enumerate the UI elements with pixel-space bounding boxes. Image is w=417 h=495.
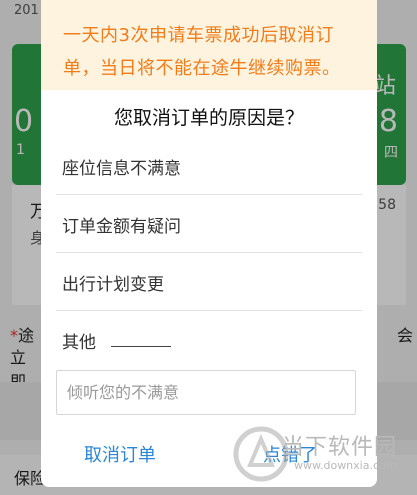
feedback-input[interactable] [56, 370, 356, 415]
cancel-order-button[interactable]: 取消订单 [84, 441, 156, 467]
warning-text-line1: 一天内3次申请车票成功后取消订 [63, 25, 334, 46]
cancel-order-dialog: 一天内3次申请车票成功后取消订 单，当日将不能在途牛继续购票。 您取消订单的原因… [41, 0, 377, 487]
reason-label: 出行计划变更 [62, 275, 164, 295]
reason-label: 其他 [62, 333, 96, 353]
reason-option-price-question[interactable]: 订单金额有疑问 [56, 195, 362, 253]
reason-label: 订单金额有疑问 [62, 217, 181, 237]
other-blank-underline [111, 346, 171, 347]
reason-option-other[interactable]: 其他 [56, 311, 362, 368]
reason-label: 座位信息不满意 [62, 159, 181, 179]
warning-text-line2: 单，当日将不能在途牛继续购票。 [63, 58, 341, 79]
reason-option-seat-info[interactable]: 座位信息不满意 [56, 137, 362, 195]
warning-banner: 一天内3次申请车票成功后取消订 单，当日将不能在途牛继续购票。 [41, 0, 377, 90]
dialog-title: 您取消订单的原因是？ [113, 107, 304, 129]
reason-option-plan-change[interactable]: 出行计划变更 [56, 253, 362, 311]
mistake-button[interactable]: 点错了 [263, 441, 317, 467]
